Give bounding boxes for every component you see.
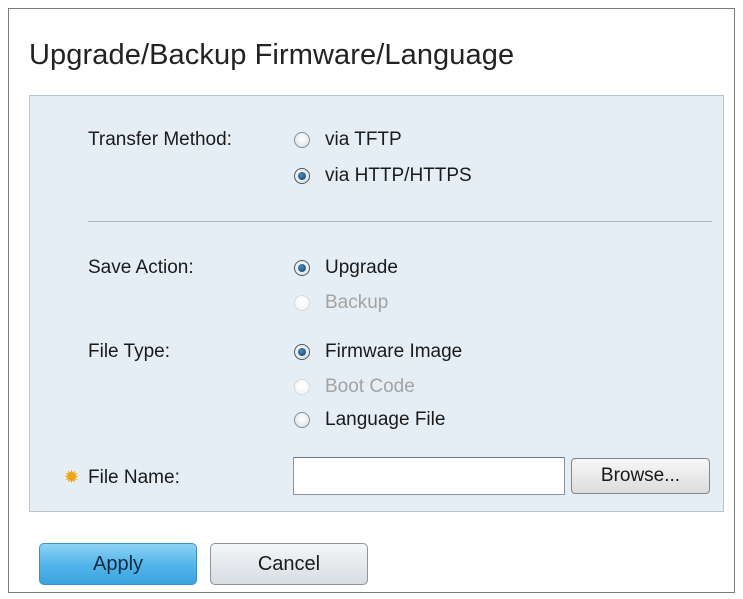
- radio-upgrade[interactable]: Upgrade: [294, 257, 398, 279]
- radio-label: via TFTP: [325, 129, 402, 150]
- transfer-method-label: Transfer Method:: [88, 129, 232, 150]
- dialog-frame: Upgrade/Backup Firmware/Language Transfe…: [8, 8, 735, 593]
- file-type-label: File Type:: [88, 341, 171, 362]
- radio-label: Language File: [325, 409, 446, 430]
- page-title: Upgrade/Backup Firmware/Language: [29, 39, 515, 71]
- file-name-label: File Name:: [88, 467, 180, 488]
- file-name-input[interactable]: [293, 457, 565, 495]
- cancel-button[interactable]: Cancel: [210, 543, 368, 585]
- form-panel: Transfer Method: via TFTP via HTTP/HTTPS…: [29, 95, 724, 512]
- radio-label: Firmware Image: [325, 341, 463, 362]
- radio-label: Backup: [325, 292, 389, 313]
- radio-button[interactable]: [294, 168, 310, 184]
- radio-button[interactable]: [294, 344, 310, 360]
- radio-button[interactable]: [294, 412, 310, 428]
- radio-button[interactable]: [294, 260, 310, 276]
- section-divider: [88, 221, 712, 222]
- radio-language-file[interactable]: Language File: [294, 409, 445, 431]
- radio-label: Boot Code: [325, 376, 415, 397]
- radio-backup: Backup: [294, 292, 388, 314]
- radio-firmware-image[interactable]: Firmware Image: [294, 341, 462, 363]
- radio-via-tftp[interactable]: via TFTP: [294, 129, 402, 151]
- radio-label: Upgrade: [325, 257, 398, 278]
- radio-boot-code: Boot Code: [294, 376, 415, 398]
- radio-button: [294, 379, 310, 395]
- radio-label: via HTTP/HTTPS: [325, 165, 472, 186]
- apply-button[interactable]: Apply: [39, 543, 197, 585]
- radio-button[interactable]: [294, 132, 310, 148]
- required-asterisk-icon: ✹: [64, 467, 80, 487]
- radio-button: [294, 295, 310, 311]
- browse-button[interactable]: Browse...: [571, 458, 710, 494]
- save-action-label: Save Action:: [88, 257, 194, 278]
- radio-via-http-https[interactable]: via HTTP/HTTPS: [294, 165, 472, 187]
